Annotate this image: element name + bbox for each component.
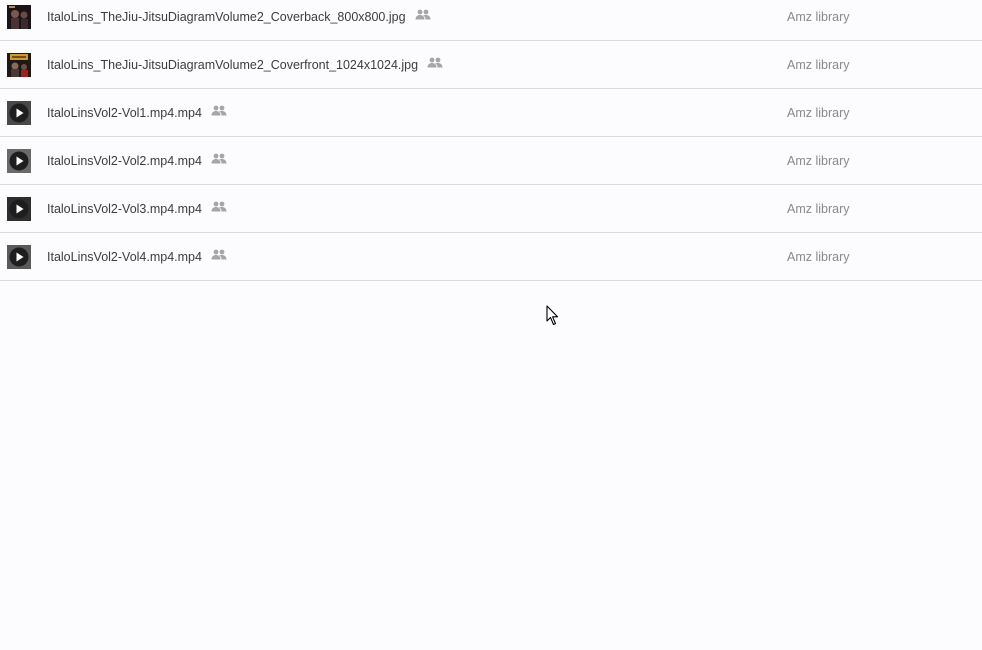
file-name[interactable]: ItaloLins_TheJiu-JitsuDiagramVolume2_Cov… <box>47 9 431 24</box>
file-row[interactable]: ItaloLins_TheJiu-JitsuDiagramVolume2_Cov… <box>0 41 982 89</box>
file-row[interactable]: ItaloLinsVol2-Vol3.mp4.mp4 Amz library <box>0 185 982 233</box>
file-row[interactable]: ItaloLins_TheJiu-JitsuDiagramVolume2_Cov… <box>0 0 982 41</box>
file-row[interactable]: ItaloLinsVol2-Vol2.mp4.mp4 Amz library <box>0 137 982 185</box>
file-row[interactable]: ItaloLinsVol2-Vol1.mp4.mp4 Amz library <box>0 89 982 137</box>
file-owner: Amz library <box>787 106 850 120</box>
people-icon <box>211 153 227 167</box>
file-owner: Amz library <box>787 10 850 24</box>
file-name[interactable]: ItaloLinsVol2-Vol4.mp4.mp4 <box>47 249 227 264</box>
people-icon <box>211 249 227 263</box>
video-thumbnail-icon <box>7 197 31 221</box>
file-list: ItaloLins_TheJiu-JitsuDiagramVolume2_Cov… <box>0 0 982 281</box>
people-icon <box>211 201 227 215</box>
file-owner: Amz library <box>787 250 850 264</box>
people-icon <box>427 57 443 71</box>
file-name[interactable]: ItaloLinsVol2-Vol1.mp4.mp4 <box>47 105 227 120</box>
video-thumbnail-icon <box>7 101 31 125</box>
video-thumbnail-icon <box>7 245 31 269</box>
mouse-cursor-icon <box>546 305 560 332</box>
file-name[interactable]: ItaloLins_TheJiu-JitsuDiagramVolume2_Cov… <box>47 57 443 72</box>
file-name[interactable]: ItaloLinsVol2-Vol3.mp4.mp4 <box>47 201 227 216</box>
file-owner: Amz library <box>787 154 850 168</box>
file-owner: Amz library <box>787 202 850 216</box>
image-thumbnail-icon <box>7 53 31 77</box>
video-thumbnail-icon <box>7 149 31 173</box>
people-icon <box>415 9 431 23</box>
people-icon <box>211 105 227 119</box>
file-owner: Amz library <box>787 58 850 72</box>
file-row[interactable]: ItaloLinsVol2-Vol4.mp4.mp4 Amz library <box>0 233 982 281</box>
file-name[interactable]: ItaloLinsVol2-Vol2.mp4.mp4 <box>47 153 227 168</box>
image-thumbnail-icon <box>7 5 31 29</box>
